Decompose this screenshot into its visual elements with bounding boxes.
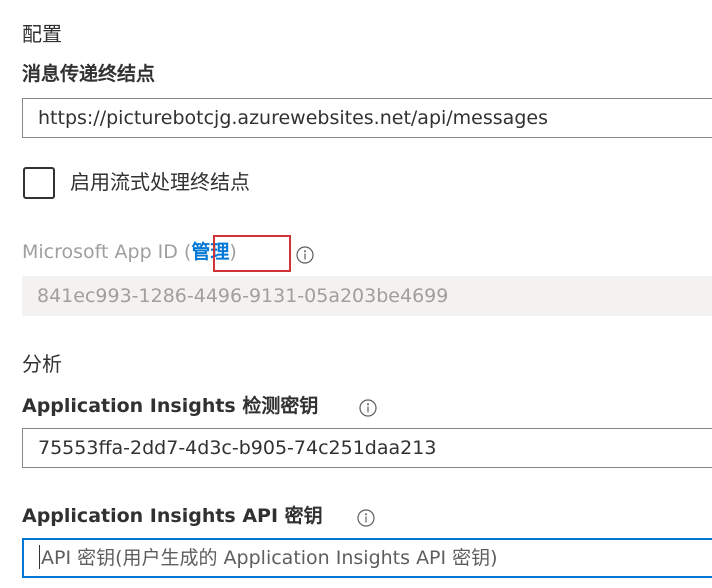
app-id-field: 841ec993-1286-4496-9131-05a203be4699 (22, 276, 712, 316)
instrumentation-key-label: Application Insights 检测密钥 (22, 395, 319, 417)
info-icon[interactable] (296, 244, 314, 264)
manage-link-highlight (213, 235, 291, 272)
streaming-endpoint-checkbox[interactable] (23, 167, 55, 199)
analytics-section-title: 分析 (22, 352, 62, 376)
messaging-endpoint-label: 消息传递终结点 (22, 63, 156, 85)
text-caret (39, 545, 40, 569)
app-id-label: Microsoft App ID (管理) (22, 238, 237, 266)
instrumentation-key-input[interactable]: 75553ffa-2dd7-4d3c-b905-74c251daa213 (22, 428, 712, 468)
info-icon[interactable] (359, 397, 377, 417)
api-key-label: Application Insights API 密钥 (22, 505, 323, 527)
config-section-title: 配置 (22, 22, 62, 46)
app-id-label-text: Microsoft App ID ( (22, 241, 192, 263)
info-icon[interactable] (357, 507, 375, 527)
streaming-endpoint-label: 启用流式处理终结点 (70, 170, 250, 194)
api-key-input[interactable]: API 密钥(用户生成的 Application Insights API 密钥… (22, 538, 712, 578)
api-key-placeholder: API 密钥(用户生成的 Application Insights API 密钥… (41, 547, 498, 569)
messaging-endpoint-input[interactable]: https://picturebotcjg.azurewebsites.net/… (22, 98, 712, 138)
